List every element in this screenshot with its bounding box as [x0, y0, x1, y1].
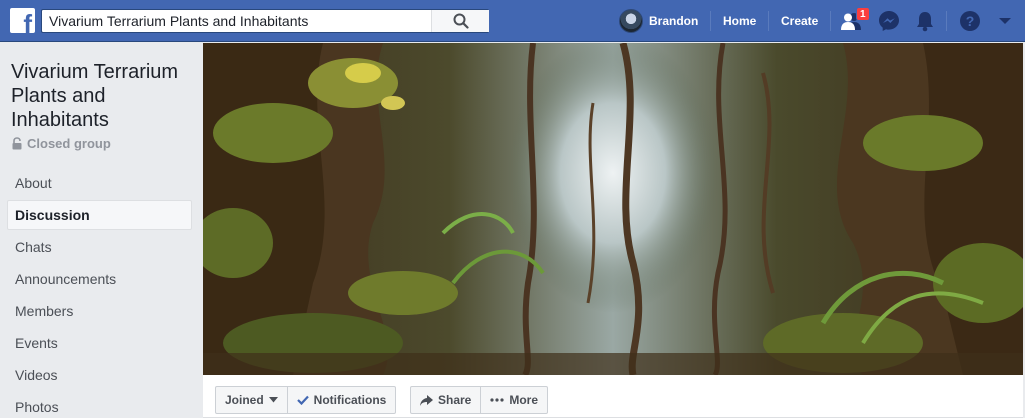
sidebar-item-chats[interactable]: Chats [7, 232, 192, 262]
bell-icon [917, 12, 933, 32]
nav-divider [830, 11, 831, 31]
more-button[interactable]: More [480, 387, 547, 413]
sidebar-item-label: Videos [15, 367, 58, 383]
caret-down-icon [268, 397, 278, 403]
joined-label: Joined [225, 393, 264, 407]
sidebar-item-about[interactable]: About [7, 168, 192, 198]
sidebar-item-label: Photos [15, 399, 59, 415]
sidebar-item-label: About [15, 175, 52, 191]
messenger-button[interactable] [877, 9, 901, 33]
sidebar-item-label: Members [15, 303, 74, 319]
share-button[interactable]: Share [411, 387, 480, 413]
help-icon: ? [960, 11, 980, 31]
nav-divider [946, 11, 947, 31]
top-navigation-bar: f Vivarium Terrarium Plants and Inhabita… [0, 0, 1025, 42]
joined-button[interactable]: Joined [216, 387, 287, 413]
share-label: Share [438, 393, 472, 407]
sidebar-item-announcements[interactable]: Announcements [7, 264, 192, 294]
user-name: Brandon [649, 14, 699, 28]
avatar [619, 9, 643, 33]
create-link[interactable]: Create [781, 14, 818, 28]
sidebar-item-label: Events [15, 335, 58, 351]
cover-photo-image [203, 43, 1023, 375]
notifications-button[interactable] [913, 9, 937, 33]
notification-badge: 1 [856, 7, 870, 21]
sidebar-item-label: Discussion [15, 207, 90, 223]
nav-divider [768, 11, 769, 31]
chevron-down-icon [999, 18, 1011, 24]
more-label: More [509, 393, 539, 407]
ellipsis-icon [490, 398, 504, 402]
search-input[interactable]: Vivarium Terrarium Plants and Inhabitant… [49, 13, 308, 29]
group-cover-photo [203, 43, 1023, 375]
group-sidebar-nav: About Discussion Chats Announcements Mem… [7, 168, 192, 418]
privacy-text: Closed group [27, 136, 111, 151]
messenger-icon [879, 11, 899, 31]
sidebar-item-videos[interactable]: Videos [7, 360, 192, 390]
sidebar-item-label: Chats [15, 239, 52, 255]
lock-icon [12, 137, 22, 150]
sidebar-item-events[interactable]: Events [7, 328, 192, 358]
facebook-logo-icon[interactable]: f [10, 8, 35, 33]
notifications-settings-button[interactable]: Notifications [286, 387, 396, 413]
home-link[interactable]: Home [723, 14, 756, 28]
logo-letter: f [23, 9, 32, 33]
svg-text:?: ? [966, 13, 975, 29]
group-privacy-label: Closed group [11, 136, 111, 151]
profile-link[interactable]: Brandon [619, 9, 698, 33]
sidebar-item-label: Announcements [15, 271, 117, 287]
nav-divider [710, 11, 711, 31]
search-box[interactable]: Vivarium Terrarium Plants and Inhabitant… [41, 9, 489, 33]
group-action-bar: Joined Notifications Share More [203, 375, 1023, 418]
share-arrow-icon [420, 394, 433, 406]
notifications-label: Notifications [313, 393, 387, 407]
search-button[interactable] [431, 10, 489, 32]
group-title[interactable]: Vivarium Terrarium Plants and Inhabitant… [11, 60, 191, 132]
account-menu-button[interactable] [993, 9, 1017, 33]
sidebar-item-discussion[interactable]: Discussion [7, 200, 192, 230]
sidebar-item-photos[interactable]: Photos [7, 392, 192, 418]
share-more-button-group: Share More [410, 386, 549, 414]
sidebar-item-members[interactable]: Members [7, 296, 192, 326]
checkmark-icon [296, 395, 309, 405]
search-icon [453, 13, 469, 29]
help-button[interactable]: ? [958, 9, 982, 33]
membership-button-group: Joined Notifications [215, 386, 397, 414]
